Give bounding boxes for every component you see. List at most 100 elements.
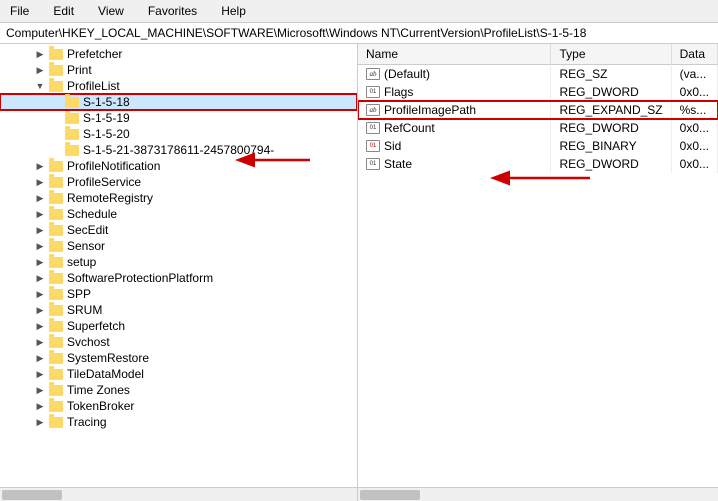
expand-arrow[interactable]: ▼ [32,81,48,91]
expand-arrow[interactable]: ▶ [32,177,48,188]
main-area: ▶Prefetcher▶Print▼ProfileListS-1-5-18S-1… [0,44,718,487]
tree-label: SPP [64,287,91,301]
expand-arrow[interactable]: ▶ [32,49,48,60]
expand-arrow[interactable]: ▶ [32,241,48,252]
tree-label: Print [64,63,92,77]
tree-label: SecEdit [64,223,108,237]
col-data[interactable]: Data [671,44,717,65]
table-row[interactable]: 01FlagsREG_DWORD0x0... [358,83,718,101]
tree-label: TileDataModel [64,367,144,381]
tree-item-remoteregistry[interactable]: ▶ RemoteRegistry [0,190,357,206]
tree-item-spp[interactable]: ▶ SPP [0,286,357,302]
folder-icon [64,111,80,125]
right-hscroll[interactable] [358,488,718,501]
table-row[interactable]: 01StateREG_DWORD0x0... [358,155,718,173]
tree-item-s-1-5-20[interactable]: S-1-5-20 [0,126,357,142]
menu-edit[interactable]: Edit [47,2,80,20]
tree-item-s-1-5-21[interactable]: S-1-5-21-3873178611-2457800794- [0,142,357,158]
expand-arrow[interactable]: ▶ [32,305,48,316]
folder-icon [48,287,64,301]
tree-label: Tracing [64,415,107,429]
expand-arrow[interactable]: ▶ [32,257,48,268]
expand-arrow[interactable]: ▶ [32,65,48,76]
table-row[interactable]: ab(Default)REG_SZ(va... [358,65,718,84]
reg-name: (Default) [384,67,430,81]
tree-item-tokenbroker[interactable]: ▶ TokenBroker [0,398,357,414]
tree-item-schedule[interactable]: ▶ Schedule [0,206,357,222]
tree-label: ProfileService [64,175,141,189]
tree-item-svchost[interactable]: ▶Svchost [0,334,357,350]
folder-icon [48,175,64,189]
tree-label: Sensor [64,239,105,253]
folder-icon [64,143,80,157]
expand-arrow[interactable]: ▶ [32,337,48,348]
tree-item-profileservice[interactable]: ▶ ProfileService [0,174,357,190]
menu-view[interactable]: View [92,2,130,20]
col-name[interactable]: Name [358,44,551,65]
cell-data: 0x0... [671,83,717,101]
left-hscroll[interactable] [0,488,358,501]
expand-arrow[interactable]: ▶ [32,369,48,380]
folder-icon [48,239,64,253]
expand-arrow[interactable]: ▶ [32,193,48,204]
tree-item-systemrestore[interactable]: ▶SystemRestore [0,350,357,366]
expand-arrow[interactable]: ▶ [32,289,48,300]
cell-name: ab(Default) [358,65,551,84]
reg-type-icon: 01 [366,140,380,152]
tree-item-prefetcher[interactable]: ▶Prefetcher [0,46,357,62]
addressbar: Computer\HKEY_LOCAL_MACHINE\SOFTWARE\Mic… [0,23,718,44]
tree-label: Schedule [64,207,117,221]
folder-icon [48,367,64,381]
tree-item-tiledatamodel[interactable]: ▶ TileDataModel [0,366,357,382]
tree-item-secedit[interactable]: ▶ SecEdit [0,222,357,238]
folder-icon [48,63,64,77]
col-type[interactable]: Type [551,44,671,65]
tree-label: SoftwareProtectionPlatform [64,271,213,285]
tree-item-print[interactable]: ▶ Print [0,62,357,78]
table-row[interactable]: 01SidREG_BINARY0x0... [358,137,718,155]
details-table: Name Type Data ab(Default)REG_SZ(va...01… [358,44,718,173]
cell-name: 01RefCount [358,119,551,137]
tree-label: TokenBroker [64,399,134,413]
tree-item-superfetch[interactable]: ▶Superfetch [0,318,357,334]
tree-item-srum[interactable]: ▶SRUM [0,302,357,318]
tree-item-softwareprotectionplatform[interactable]: ▶ SoftwareProtectionPlatform [0,270,357,286]
expand-arrow[interactable]: ▶ [32,273,48,284]
tree-item-tracing[interactable]: ▶ Tracing [0,414,357,430]
menu-favorites[interactable]: Favorites [142,2,203,20]
expand-arrow[interactable]: ▶ [32,321,48,332]
tree-item-profilelist[interactable]: ▼ProfileList [0,78,357,94]
reg-name: Flags [384,85,413,99]
cell-type: REG_BINARY [551,137,671,155]
tree-item-timezones[interactable]: ▶Time Zones [0,382,357,398]
expand-arrow[interactable]: ▶ [32,209,48,220]
cell-name: 01Flags [358,83,551,101]
tree-item-setup[interactable]: ▶setup [0,254,357,270]
folder-icon [48,207,64,221]
expand-arrow[interactable]: ▶ [32,161,48,172]
tree-label: RemoteRegistry [64,191,153,205]
cell-type: REG_DWORD [551,155,671,173]
expand-arrow[interactable]: ▶ [32,353,48,364]
expand-arrow[interactable]: ▶ [32,225,48,236]
cell-data: %s... [671,101,717,119]
expand-arrow[interactable]: ▶ [32,385,48,396]
tree-label: S-1-5-19 [80,111,130,125]
expand-arrow[interactable]: ▶ [32,417,48,428]
folder-icon [48,271,64,285]
address-path: Computer\HKEY_LOCAL_MACHINE\SOFTWARE\Mic… [6,26,586,40]
reg-name: ProfileImagePath [384,103,476,117]
tree-item-s-1-5-18[interactable]: S-1-5-18 [0,94,357,110]
tree-item-profilenotification[interactable]: ▶ProfileNotification [0,158,357,174]
reg-type-icon: 01 [366,158,380,170]
menu-help[interactable]: Help [215,2,252,20]
menu-file[interactable]: File [4,2,35,20]
expand-arrow[interactable]: ▶ [32,401,48,412]
tree-item-sensor[interactable]: ▶ Sensor [0,238,357,254]
tree-label: S-1-5-20 [80,127,130,141]
table-row[interactable]: 01RefCountREG_DWORD0x0... [358,119,718,137]
folder-icon [64,127,80,141]
table-row[interactable]: abProfileImagePathREG_EXPAND_SZ%s... [358,101,718,119]
tree-item-s-1-5-19[interactable]: S-1-5-19 [0,110,357,126]
registry-tree[interactable]: ▶Prefetcher▶Print▼ProfileListS-1-5-18S-1… [0,44,358,487]
